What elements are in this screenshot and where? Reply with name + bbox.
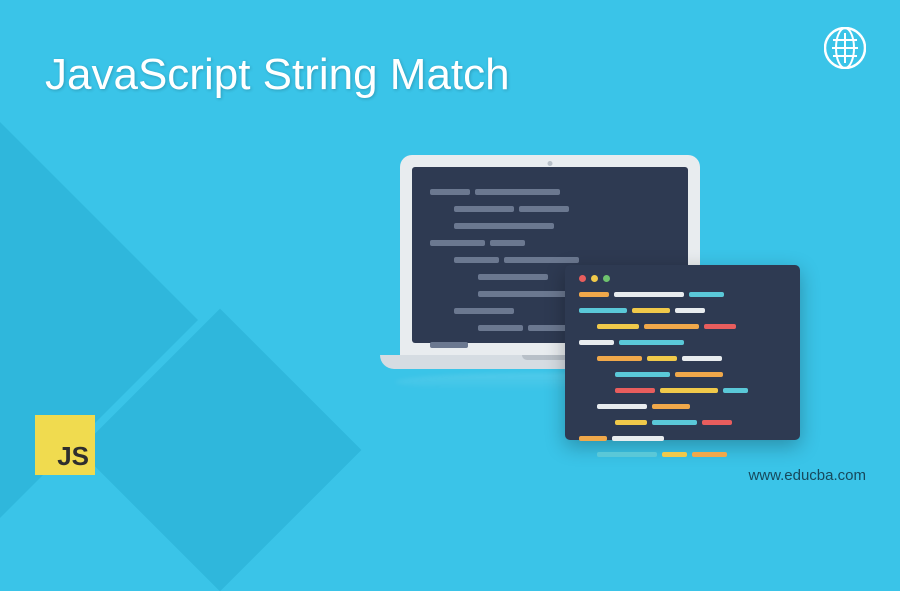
javascript-logo: JS: [35, 415, 95, 475]
code-line: [597, 452, 786, 463]
code-line: [579, 436, 786, 447]
code-line: [579, 340, 786, 351]
close-dot-icon: [579, 275, 586, 282]
minimize-dot-icon: [591, 275, 598, 282]
educba-logo-icon: [824, 27, 866, 69]
website-url: www.educba.com: [748, 467, 866, 484]
code-line: [454, 206, 670, 218]
code-line: [597, 324, 786, 335]
code-line: [454, 223, 670, 235]
maximize-dot-icon: [603, 275, 610, 282]
page-title: JavaScript String Match: [45, 50, 510, 100]
window-controls: [579, 275, 786, 282]
code-line: [430, 189, 670, 201]
code-line: [615, 372, 786, 383]
code-line: [615, 388, 786, 399]
code-line: [597, 404, 786, 415]
code-editor-window: [565, 265, 800, 440]
code-line: [579, 292, 786, 303]
code-line: [597, 356, 786, 367]
code-line: [615, 420, 786, 431]
js-logo-text: JS: [57, 441, 89, 472]
code-line: [430, 240, 670, 252]
code-line: [579, 308, 786, 319]
